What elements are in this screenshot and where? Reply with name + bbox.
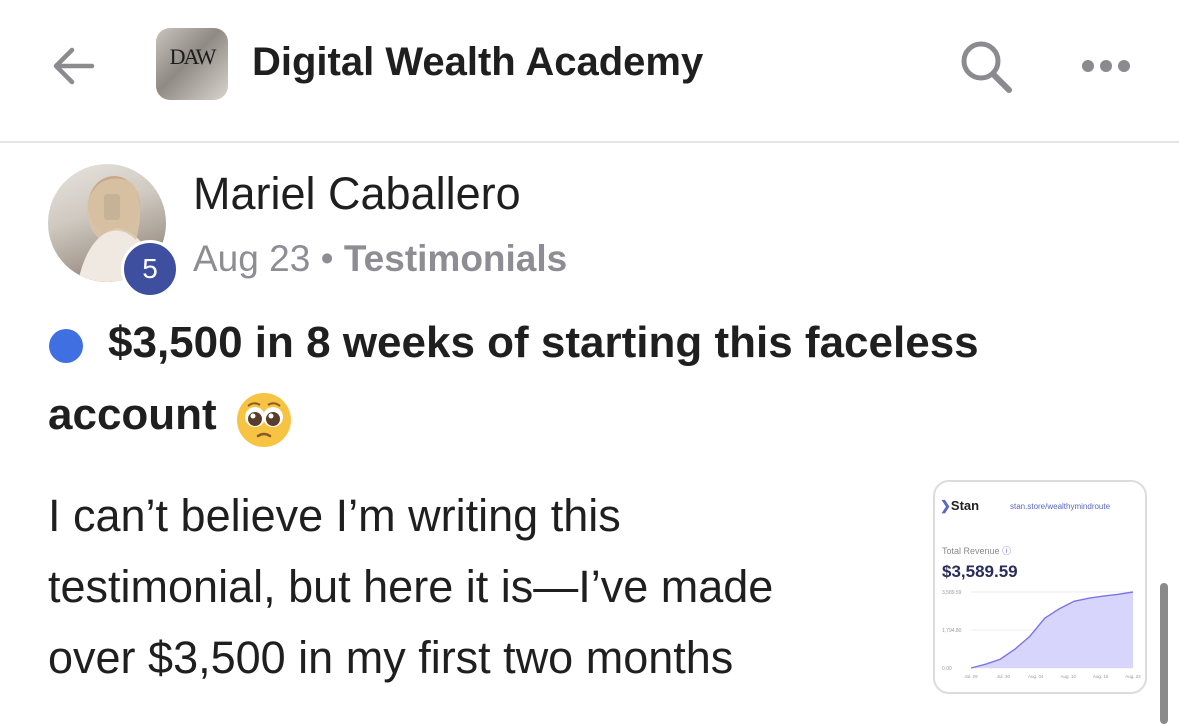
post-body-line: over $3,500 in my first two months (48, 632, 734, 683)
store-url: stan.store/wealthymindroute (1010, 502, 1111, 511)
more-horizontal-icon (1082, 60, 1130, 72)
stan-logo-icon: ❯ (940, 498, 951, 513)
more-options-button[interactable] (1076, 44, 1136, 88)
post-date: Aug 23 (193, 238, 311, 279)
post-title-line-1[interactable]: $3,500 in 8 weeks of starting this facel… (108, 318, 979, 368)
back-button[interactable] (44, 36, 104, 96)
group-title[interactable]: Digital Wealth Academy (252, 40, 703, 85)
revenue-value: $3,589.59 (942, 562, 1018, 581)
app-header: DAW Digital Wealth Academy (0, 0, 1179, 143)
chart-y-tick-label: 3,589.59 (942, 590, 962, 596)
chart-y-tick-label: 0.00 (942, 666, 952, 672)
search-icon (961, 41, 1012, 93)
unread-indicator (49, 329, 83, 363)
author-level-badge: 5 (121, 240, 179, 298)
meta-separator: • (320, 238, 334, 279)
attachment-thumbnail[interactable]: ❯Stan stan.store/wealthymindroute Total … (933, 480, 1147, 694)
chart-x-tick-label: Aug. 16 (1093, 674, 1109, 679)
post-meta: Aug 23 • Testimonials (193, 238, 567, 280)
chart-x-tick-label: Aug. 04 (1028, 674, 1044, 679)
revenue-label: Total Revenue ⓘ (942, 546, 1012, 556)
arrow-left-icon (53, 47, 95, 85)
chart-x-tick-label: Aug. 10 (1060, 674, 1076, 679)
pleading-face-emoji (236, 392, 292, 448)
scrollbar[interactable] (1160, 583, 1168, 724)
post-body-line: testimonial, but here it is—I’ve made (48, 561, 774, 612)
group-logo-text: DAW (169, 44, 217, 69)
group-logo[interactable]: DAW (156, 28, 228, 100)
chart-y-tick-label: 1,794.80 (942, 628, 962, 634)
info-icon: ⓘ (1002, 546, 1012, 556)
chart-x-tick-label: Jul. 29 (964, 674, 978, 679)
post-body-line: I can’t believe I’m writing this (48, 490, 621, 541)
chart-x-tick-label: Aug. 22 (1125, 674, 1141, 679)
chart-x-tick-label: Jul. 30 (997, 674, 1011, 679)
stan-logo: ❯Stan (940, 498, 980, 513)
post-title-line-2[interactable]: account (48, 390, 217, 440)
author-name[interactable]: Mariel Caballero (193, 168, 521, 220)
post-category[interactable]: Testimonials (344, 238, 567, 279)
search-button[interactable] (955, 36, 1017, 98)
revenue-chart: 3,589.59 1,794.80 0.00 Jul. 29 Jul. 30 Aug. 0… (942, 590, 1141, 679)
